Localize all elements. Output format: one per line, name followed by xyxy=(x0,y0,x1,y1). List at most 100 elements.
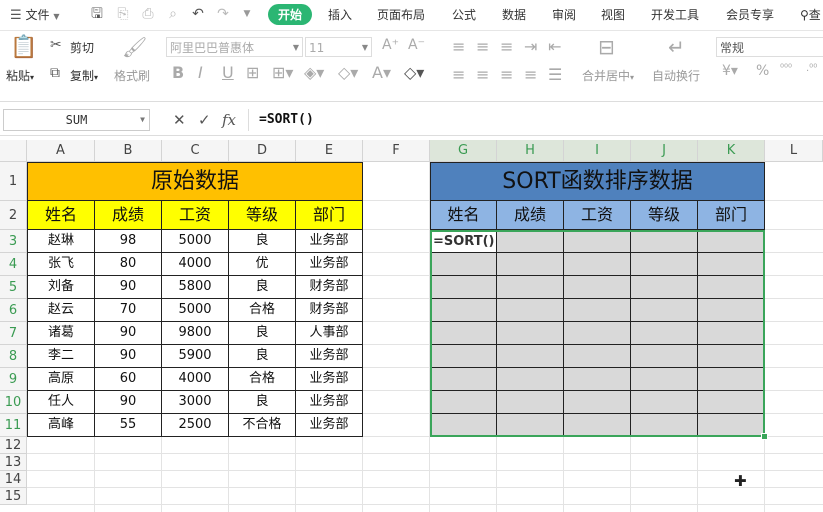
result-cell[interactable] xyxy=(497,414,564,437)
left-data-cell[interactable]: 5800 xyxy=(162,276,229,299)
tab-view[interactable]: 视图 xyxy=(601,6,625,23)
paste-button[interactable]: 粘贴▾ xyxy=(6,67,34,84)
preview-icon[interactable]: ⌕ xyxy=(164,5,182,23)
result-cell[interactable] xyxy=(631,276,698,299)
undo-icon[interactable]: ↶ xyxy=(189,5,207,23)
left-data-cell[interactable]: 9800 xyxy=(162,322,229,345)
fill-color-icon[interactable]: ◇▾ xyxy=(338,63,358,82)
row-header-12[interactable]: 12 xyxy=(0,437,27,454)
font-size-select[interactable]: 11 ▼ xyxy=(305,37,372,57)
left-data-cell[interactable]: 90 xyxy=(95,391,162,414)
result-cell[interactable] xyxy=(564,253,631,276)
row-header-6[interactable]: 6 xyxy=(0,299,27,322)
result-cell[interactable] xyxy=(497,230,564,253)
result-cell[interactable] xyxy=(430,253,497,276)
column-header-h[interactable]: H xyxy=(497,140,564,162)
result-cell[interactable] xyxy=(564,391,631,414)
column-header-l[interactable]: L xyxy=(765,140,823,162)
search-tab[interactable]: ⚲查 xyxy=(800,6,821,23)
result-cell[interactable] xyxy=(698,414,765,437)
select-all-corner[interactable] xyxy=(0,140,27,162)
column-header-k[interactable]: K xyxy=(698,140,765,162)
left-data-cell[interactable]: 良 xyxy=(229,322,296,345)
result-cell[interactable] xyxy=(631,253,698,276)
left-data-cell[interactable]: 业务部 xyxy=(296,391,363,414)
thousands-icon[interactable]: ⁰⁰⁰ xyxy=(780,63,792,74)
left-data-cell[interactable]: 财务部 xyxy=(296,299,363,322)
left-data-cell[interactable]: 业务部 xyxy=(296,345,363,368)
result-cell[interactable] xyxy=(698,322,765,345)
align-center-icon[interactable]: ≡ xyxy=(476,65,489,84)
tab-developer[interactable]: 开发工具 xyxy=(651,6,699,23)
fill-handle[interactable] xyxy=(761,433,768,440)
align-bottom-icon[interactable]: ≡ xyxy=(500,37,513,56)
left-data-cell[interactable]: 98 xyxy=(95,230,162,253)
left-data-cell[interactable]: 55 xyxy=(95,414,162,437)
right-header-cell[interactable]: 成绩 xyxy=(497,201,564,230)
column-header-e[interactable]: E xyxy=(296,140,363,162)
left-data-cell[interactable]: 合格 xyxy=(229,299,296,322)
left-table-title[interactable]: 原始数据 xyxy=(27,162,363,201)
column-header-f[interactable]: F xyxy=(363,140,430,162)
italic-icon[interactable]: I xyxy=(198,63,203,82)
tab-member[interactable]: 会员专享 xyxy=(726,6,774,23)
left-data-cell[interactable]: 李二 xyxy=(27,345,95,368)
left-data-cell[interactable]: 业务部 xyxy=(296,230,363,253)
left-header-cell[interactable]: 成绩 xyxy=(95,201,162,230)
row-header-13[interactable]: 13 xyxy=(0,454,27,471)
increase-decimal-icon[interactable]: .⁰⁰ xyxy=(806,63,817,74)
underline-icon[interactable]: U xyxy=(222,63,234,82)
right-table-title[interactable]: SORT函数排序数据 xyxy=(430,162,765,201)
font-color-icon[interactable]: A▾ xyxy=(372,63,391,82)
left-data-cell[interactable]: 任人 xyxy=(27,391,95,414)
left-data-cell[interactable]: 良 xyxy=(229,230,296,253)
result-cell[interactable] xyxy=(430,322,497,345)
paste-icon[interactable]: 📋 xyxy=(10,35,37,60)
left-data-cell[interactable]: 4000 xyxy=(162,253,229,276)
column-header-g[interactable]: G xyxy=(430,140,497,162)
result-cell[interactable] xyxy=(497,276,564,299)
left-data-cell[interactable]: 60 xyxy=(95,368,162,391)
number-format-select[interactable]: 常规 xyxy=(716,37,823,57)
tab-page-layout[interactable]: 页面布局 xyxy=(377,6,425,23)
left-data-cell[interactable]: 90 xyxy=(95,276,162,299)
left-data-cell[interactable]: 赵琳 xyxy=(27,230,95,253)
left-data-cell[interactable]: 赵云 xyxy=(27,299,95,322)
cancel-icon[interactable]: ✕ xyxy=(173,111,186,129)
result-cell[interactable] xyxy=(497,322,564,345)
left-data-cell[interactable]: 4000 xyxy=(162,368,229,391)
right-header-cell[interactable]: 部门 xyxy=(698,201,765,230)
format-painter-icon[interactable]: 🖌 xyxy=(122,35,147,59)
distribute-icon[interactable]: ☰ xyxy=(548,65,562,84)
left-header-cell[interactable]: 工资 xyxy=(162,201,229,230)
wrap-text-icon[interactable]: ↵ xyxy=(668,35,685,59)
row-header-3[interactable]: 3 xyxy=(0,230,27,253)
result-cell[interactable] xyxy=(631,230,698,253)
left-data-cell[interactable]: 良 xyxy=(229,391,296,414)
percent-icon[interactable]: % xyxy=(756,63,769,79)
column-header-i[interactable]: I xyxy=(564,140,631,162)
border-icon[interactable]: ⊞ xyxy=(246,63,259,82)
result-cell[interactable] xyxy=(631,368,698,391)
tab-insert[interactable]: 插入 xyxy=(328,6,352,23)
name-box[interactable]: SUM ▼ xyxy=(3,109,150,131)
result-cell[interactable] xyxy=(497,345,564,368)
confirm-icon[interactable]: ✓ xyxy=(198,111,211,129)
insert-function-icon[interactable]: fx xyxy=(222,111,236,129)
left-data-cell[interactable]: 优 xyxy=(229,253,296,276)
print-icon[interactable]: ⎙ xyxy=(139,5,157,23)
left-header-cell[interactable]: 姓名 xyxy=(27,201,95,230)
result-cell[interactable] xyxy=(430,368,497,391)
left-header-cell[interactable]: 等级 xyxy=(229,201,296,230)
decrease-font-icon[interactable]: A⁻ xyxy=(408,37,425,53)
left-data-cell[interactable]: 70 xyxy=(95,299,162,322)
copy-button[interactable]: 复制▾ xyxy=(70,67,98,84)
right-header-cell[interactable]: 工资 xyxy=(564,201,631,230)
left-data-cell[interactable]: 人事部 xyxy=(296,322,363,345)
left-data-cell[interactable]: 高原 xyxy=(27,368,95,391)
left-data-cell[interactable]: 良 xyxy=(229,345,296,368)
result-cell[interactable] xyxy=(698,230,765,253)
result-cell[interactable] xyxy=(497,253,564,276)
row-header-14[interactable]: 14 xyxy=(0,471,27,488)
column-header-a[interactable]: A xyxy=(27,140,95,162)
